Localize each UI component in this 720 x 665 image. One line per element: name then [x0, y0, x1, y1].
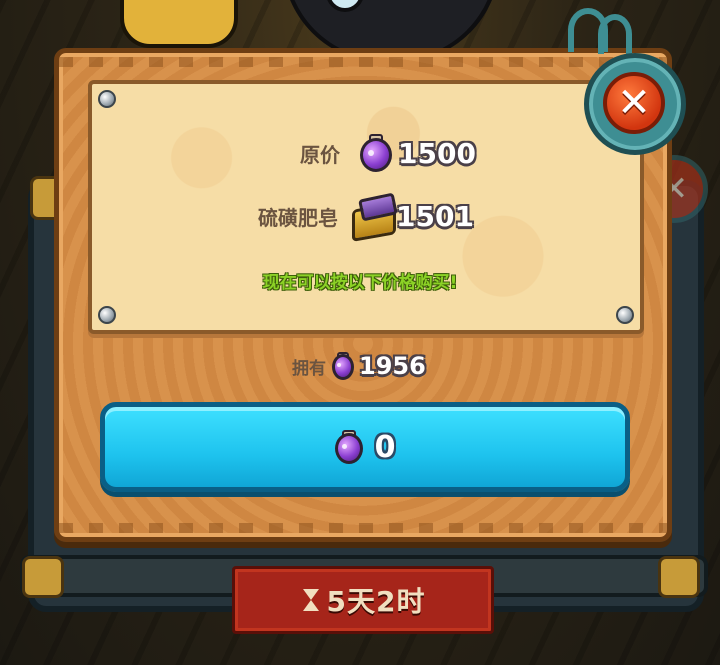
original-price-label: 原价 [300, 142, 340, 167]
hourglass-icon [301, 587, 321, 613]
rivet-bottom-left [98, 306, 116, 324]
timer-banner: 5天2时 [232, 566, 494, 634]
creature-eye-left [326, 0, 364, 12]
potion-icon [332, 352, 354, 380]
close-button[interactable]: ✕ [584, 53, 686, 155]
owned-row: 拥有 1956 [292, 352, 426, 380]
buy-button[interactable]: 0 [100, 402, 630, 492]
item-price-value: 1501 [396, 199, 474, 233]
rail-ornament-left [22, 556, 64, 598]
purchase-notice: 现在可以按以下价格购买! [262, 273, 458, 293]
close-icon: ✕ [617, 80, 651, 126]
sulfur-soap-chest-icon [350, 192, 398, 242]
buy-price: 0 [374, 429, 396, 465]
rivet-bottom-right [616, 306, 634, 324]
close-button-inner: ✕ [603, 72, 665, 134]
background-jar-prop [120, 0, 238, 48]
potion-icon [360, 134, 392, 172]
potion-icon [334, 430, 363, 464]
timer-text: 5天2时 [326, 585, 426, 618]
item-name-label: 硫磺肥皂 [258, 205, 338, 230]
owned-label: 拥有 [292, 358, 326, 379]
board-bottom-edge [59, 523, 667, 533]
item-price-row: 硫磺肥皂 1501 [258, 192, 474, 242]
board-top-edge [59, 57, 667, 67]
owned-value: 1956 [359, 352, 426, 380]
original-price-value: 1500 [398, 136, 476, 170]
close-antenna-right [598, 14, 632, 54]
rail-ornament-right [658, 556, 700, 598]
original-price-row: 原价 1500 [300, 134, 476, 172]
rivet-top-left [98, 90, 116, 108]
